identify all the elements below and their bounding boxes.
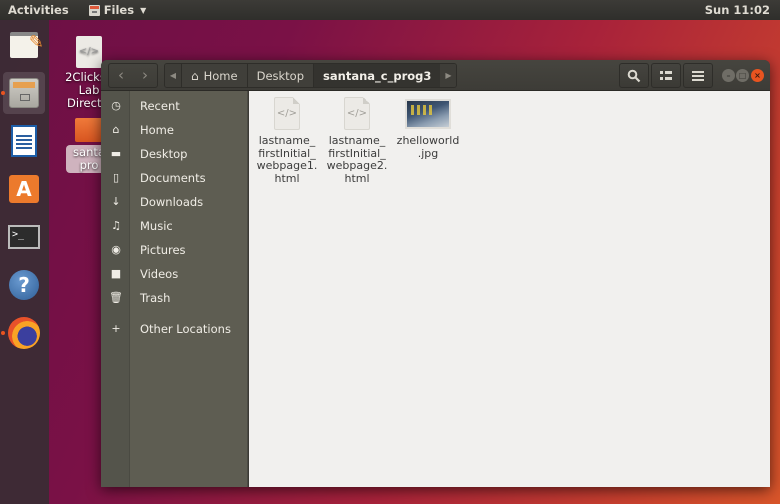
download-icon: ↓ xyxy=(111,195,121,208)
file-name-line: zhelloworld xyxy=(396,134,460,147)
clock[interactable]: Sun 11:02 xyxy=(705,3,770,17)
menu-button[interactable] xyxy=(683,63,713,88)
file-name-line: html xyxy=(274,171,300,185)
files-window: ‹ › ◀ ⌂ Home Desktop santana_c_prog3 ▶ –… xyxy=(101,60,770,487)
home-icon: ⌂ xyxy=(191,68,199,83)
home-icon: ⌂ xyxy=(112,123,120,136)
writer-icon xyxy=(11,125,37,157)
sidebar-label: Other Locations xyxy=(140,322,231,336)
sidebar-label: Documents xyxy=(140,171,206,185)
minimize-button[interactable]: – xyxy=(722,69,735,82)
app-menu-label: Files xyxy=(103,3,135,17)
folder-icon: ▬ xyxy=(110,147,122,160)
html-file-icon: </> xyxy=(274,97,300,130)
sidebar-item-desktop[interactable]: ▬ Desktop xyxy=(101,142,248,166)
sidebar-label: Recent xyxy=(140,99,180,113)
sidebar-item-trash[interactable]: 🗑 Trash xyxy=(101,286,248,310)
file-item[interactable]: </> lastname_ firstInitial_ webpage2. ht… xyxy=(320,97,394,185)
dock-files[interactable] xyxy=(1,72,45,114)
dock-terminal[interactable]: >_ xyxy=(3,216,45,258)
sidebar-item-videos[interactable]: ■ Videos xyxy=(101,262,248,286)
file-name-line: lastname_ xyxy=(328,134,386,147)
file-name-line: lastname_ xyxy=(258,134,316,147)
path-scroll-left-icon[interactable]: ◀ xyxy=(165,64,181,87)
path-scroll-right-icon[interactable]: ▶ xyxy=(440,64,457,87)
search-button[interactable] xyxy=(619,63,649,88)
dock: A >_ ? xyxy=(0,20,49,504)
plus-icon: + xyxy=(111,322,121,335)
forward-button[interactable]: › xyxy=(133,64,157,87)
document-icon: ▯ xyxy=(112,171,120,184)
sidebar-label: Downloads xyxy=(140,195,204,209)
breadcrumb-desktop[interactable]: Desktop xyxy=(246,64,314,87)
file-name-line: .jpg xyxy=(417,146,439,160)
html-file-icon: </> xyxy=(76,36,102,68)
image-thumbnail-icon xyxy=(405,99,451,129)
hamburger-menu-icon xyxy=(692,70,704,81)
top-bar: Activities Files ▼ Sun 11:02 xyxy=(0,0,780,20)
html-file-icon: </> xyxy=(344,97,370,130)
help-icon: ? xyxy=(9,270,39,300)
activities-button[interactable]: Activities xyxy=(8,3,69,17)
sidebar-item-recent[interactable]: ◷ Recent xyxy=(101,94,248,118)
chevron-down-icon: ▼ xyxy=(140,5,147,15)
terminal-icon: >_ xyxy=(8,225,40,249)
sidebar-label: Pictures xyxy=(140,243,186,257)
text-editor-icon xyxy=(10,32,44,58)
sidebar-item-downloads[interactable]: ↓ Downloads xyxy=(101,190,248,214)
breadcrumb-home[interactable]: ⌂ Home xyxy=(181,64,247,87)
file-item[interactable]: zhelloworld .jpg xyxy=(391,97,465,160)
sidebar-item-music[interactable]: ♫ Music xyxy=(101,214,248,238)
camera-icon: ◉ xyxy=(111,243,121,256)
software-store-icon: A xyxy=(9,175,39,203)
sidebar-label: Music xyxy=(140,219,173,233)
sidebar-label: Desktop xyxy=(140,147,188,161)
app-menu[interactable]: Files ▼ xyxy=(88,3,147,17)
files-icon xyxy=(9,78,39,108)
firefox-icon xyxy=(8,317,40,349)
maximize-button[interactable]: □ xyxy=(736,69,749,82)
close-button[interactable]: × xyxy=(751,69,764,82)
running-indicator xyxy=(1,331,5,335)
clock-icon: ◷ xyxy=(111,99,121,112)
sidebar-item-pictures[interactable]: ◉ Pictures xyxy=(101,238,248,262)
files-app-icon xyxy=(88,4,100,16)
breadcrumb-label: Home xyxy=(203,68,238,83)
dock-help[interactable]: ? xyxy=(3,264,45,306)
file-name-line: webpage2. xyxy=(326,159,388,172)
sidebar-label: Home xyxy=(140,123,174,137)
dock-firefox[interactable] xyxy=(1,312,45,354)
file-view: </> lastname_ firstInitial_ webpage1. ht… xyxy=(249,91,770,487)
file-item[interactable]: </> lastname_ firstInitial_ webpage1. ht… xyxy=(250,97,324,185)
trash-icon: 🗑 xyxy=(109,291,123,304)
dock-software[interactable]: A xyxy=(3,168,45,210)
music-icon: ♫ xyxy=(111,219,121,232)
header-bar: ‹ › ◀ ⌂ Home Desktop santana_c_prog3 ▶ –… xyxy=(101,60,770,91)
back-button[interactable]: ‹ xyxy=(109,64,133,87)
file-name-line: webpage1. xyxy=(256,159,318,172)
folder-icon xyxy=(75,118,103,142)
sidebar-item-home[interactable]: ⌂ Home xyxy=(101,118,248,142)
sidebar-item-other-locations[interactable]: + Other Locations xyxy=(101,317,248,341)
running-indicator xyxy=(1,91,5,95)
file-name-line: html xyxy=(344,171,370,185)
dock-writer[interactable] xyxy=(3,120,45,162)
sidebar-label: Trash xyxy=(140,291,171,305)
video-camera-icon: ■ xyxy=(110,267,122,280)
path-bar: ◀ ⌂ Home Desktop santana_c_prog3 ▶ xyxy=(164,63,458,88)
view-toggle-button[interactable] xyxy=(651,63,681,88)
dock-text-editor[interactable] xyxy=(3,24,45,66)
search-icon xyxy=(627,69,641,82)
breadcrumb-current[interactable]: santana_c_prog3 xyxy=(313,64,441,87)
list-view-icon xyxy=(660,70,672,80)
navigation-buttons: ‹ › xyxy=(108,63,158,88)
sidebar-item-documents[interactable]: ▯ Documents xyxy=(101,166,248,190)
sidebar-label: Videos xyxy=(140,267,179,281)
